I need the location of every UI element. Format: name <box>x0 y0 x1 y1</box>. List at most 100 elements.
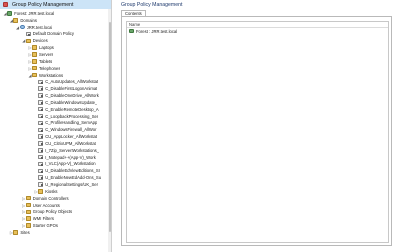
tree-item[interactable]: ▷ Starter GPOs <box>0 222 111 229</box>
ou-folder-icon <box>38 189 44 194</box>
tree-item[interactable]: CU_AppLocker_AllWorkstat <box>0 133 111 140</box>
gpo-link-icon <box>38 100 44 105</box>
folder-icon <box>13 18 19 23</box>
tree-item-label: CU_AppLocker_AllWorkstat <box>45 134 98 140</box>
ou-folder-icon <box>25 202 31 208</box>
tree-item[interactable]: ▷ Kiosks <box>0 188 111 195</box>
tree-item[interactable]: ▷ Sites <box>0 229 111 236</box>
tree-item[interactable]: C_DisableWindowsUpdate_ <box>0 99 111 106</box>
tree-item[interactable]: U_DisableEdViewEditions_SI <box>0 167 111 174</box>
tree-item-label: Starter GPOs <box>32 223 58 229</box>
tree-item-label: CU_CitrixUPM_AllWorkstat <box>45 140 96 146</box>
tree-item-label: User Accounts <box>32 202 60 208</box>
tree-item-label: Kiosks <box>45 188 58 194</box>
tree-item[interactable]: I_VLC(App-V)_Workstation <box>0 161 111 168</box>
tree-item[interactable]: ▷ Tablets <box>0 58 111 65</box>
forest-icon <box>129 28 134 34</box>
tree-item-label: C_EnableRemoteDesktop_A <box>45 106 99 112</box>
tree-item[interactable]: ▷ Servers <box>0 51 111 58</box>
tree-item-label: Group Policy Objects <box>32 209 73 215</box>
tree-item-label: C_ProfileHandling_SemApp <box>45 120 98 126</box>
tree-item[interactable]: U_RegionalSettings/UK_Ser <box>0 181 111 188</box>
ou-folder-icon <box>25 195 31 201</box>
gpo-link-icon <box>38 86 44 91</box>
gpo-link-icon <box>38 120 44 126</box>
tree-item[interactable]: U_EnableNewEdAdd-Ons_Su <box>0 174 111 181</box>
tree-item-label: Workstations <box>39 72 64 78</box>
tree-item-label: C_DisableOneDrive_AllWork <box>45 93 99 99</box>
tree-item[interactable]: Default Domain Policy <box>0 31 111 38</box>
gpmc-icon <box>3 2 8 7</box>
tree-root-label: Group Policy Management <box>12 1 74 8</box>
tree-item[interactable]: ▷ Group Policy Objects <box>0 208 111 215</box>
tree-item-label: C_DisableFirstLogonAnimat <box>45 86 98 92</box>
tree-item-label: U_EnableNewEdAdd-Ons_Su <box>45 175 102 181</box>
sites-icon <box>13 230 19 235</box>
tree-item-label: JRR.test.local <box>26 24 53 30</box>
tree-item-label: C_WindowsFirewall_AllWor <box>45 127 97 133</box>
tree-item[interactable]: ◢ JRR.test.local <box>0 24 111 31</box>
tree-item-label: Sites <box>20 229 30 235</box>
tree-item[interactable]: C_EnableRemoteDesktop_A <box>0 106 111 113</box>
ou-folder-icon <box>32 72 37 78</box>
gpo-link-icon <box>38 182 44 187</box>
gpo-link-icon <box>38 175 44 180</box>
tree-item[interactable]: ▷ Domain Controllers <box>0 195 111 202</box>
list-item-label: Forest : JRR.test.local <box>136 28 178 34</box>
tree-item-label: Telephones <box>39 65 61 71</box>
folder-icon <box>25 216 31 221</box>
tree-item-label: I_7Zip_ServerIWorkstations_ <box>45 147 100 153</box>
collapse-arrow-icon[interactable]: ◢ <box>16 25 20 30</box>
forest-icon <box>7 11 13 16</box>
folder-icon <box>25 209 31 215</box>
ou-folder-icon <box>32 59 37 64</box>
contents-panel: Name Forest : JRR.test.local <box>121 16 392 246</box>
gpo-link-icon <box>38 113 44 119</box>
tree-item[interactable]: C_LoopbackProcessing_Ser <box>0 113 111 120</box>
tree-list: ◢ Forest: JRR.test.local ◢ Domains ◢ JRR.test… <box>0 9 111 236</box>
tree-item[interactable]: ▷ Laptops <box>0 44 111 51</box>
tree-item[interactable]: C_ProfileHandling_SemApp <box>0 120 111 127</box>
gpo-link-icon <box>38 161 44 167</box>
tree-item[interactable]: I_7Zip_ServerIWorkstations_ <box>0 147 111 154</box>
tree-item-label: Domain Controllers <box>32 195 69 201</box>
domain-icon <box>19 24 25 30</box>
tree-item[interactable]: ▷ User Accounts <box>0 202 111 209</box>
tree-item-label: C_LoopbackProcessing_Ser <box>45 113 99 119</box>
content-pane: Group Policy Management Contents Name Fo… <box>113 0 400 252</box>
content-title: Group Policy Management <box>121 1 183 8</box>
tree-root-node[interactable]: Group Policy Management <box>0 0 111 9</box>
tab-strip: Contents <box>113 9 400 16</box>
ou-folder-icon <box>32 52 37 57</box>
tree-item[interactable]: C_DisableFirstLogonAnimat <box>0 85 111 92</box>
tree-item[interactable]: ▷ Telephones <box>0 65 111 72</box>
tree-scrollbar-thumb[interactable] <box>109 22 111 232</box>
tree-item-label: I_Notepad++(App-V)_Work <box>45 154 96 160</box>
tree-item-label: Devices <box>32 38 48 44</box>
tree-item-label: Tablets <box>39 58 53 64</box>
gpo-link-icon <box>38 154 44 160</box>
gpo-link-icon <box>38 148 44 153</box>
tree-item-label: Forest: JRR.test.local <box>14 10 55 16</box>
list-item[interactable]: Forest : JRR.test.local <box>127 28 388 34</box>
console-tree: Group Policy Management ◢ Forest: JRR.tes… <box>0 0 112 252</box>
tree-item[interactable]: ◢ Workstations <box>0 72 111 79</box>
tree-item[interactable]: CU_CitrixUPM_AllWorkstat <box>0 140 111 147</box>
tree-item[interactable]: ▷ WMI Filters <box>0 215 111 222</box>
column-header-label: Name <box>129 22 141 27</box>
gpo-link-icon <box>38 134 44 139</box>
gpo-link-icon <box>38 141 44 146</box>
gpo-link-icon <box>38 168 44 174</box>
gpo-link-icon <box>38 93 44 98</box>
tree-item[interactable]: C_WindowsFirewall_AllWor <box>0 126 111 133</box>
tree-item[interactable]: ◢ Devices <box>0 37 111 44</box>
tree-item[interactable]: ◢ Domains <box>0 17 111 24</box>
tree-item[interactable]: C_DisableOneDrive_AllWork <box>0 92 111 99</box>
content-title-bar: Group Policy Management <box>113 0 400 9</box>
gpo-link-icon <box>38 79 44 85</box>
tree-item[interactable]: ◢ Forest: JRR.test.local <box>0 10 111 17</box>
ou-folder-icon <box>25 38 31 44</box>
tree-item-label: Domains <box>20 17 37 23</box>
tree-item[interactable]: I_Notepad++(App-V)_Work <box>0 154 111 161</box>
tree-item[interactable]: C_AutoUpdates_AllWorkstat <box>0 78 111 85</box>
